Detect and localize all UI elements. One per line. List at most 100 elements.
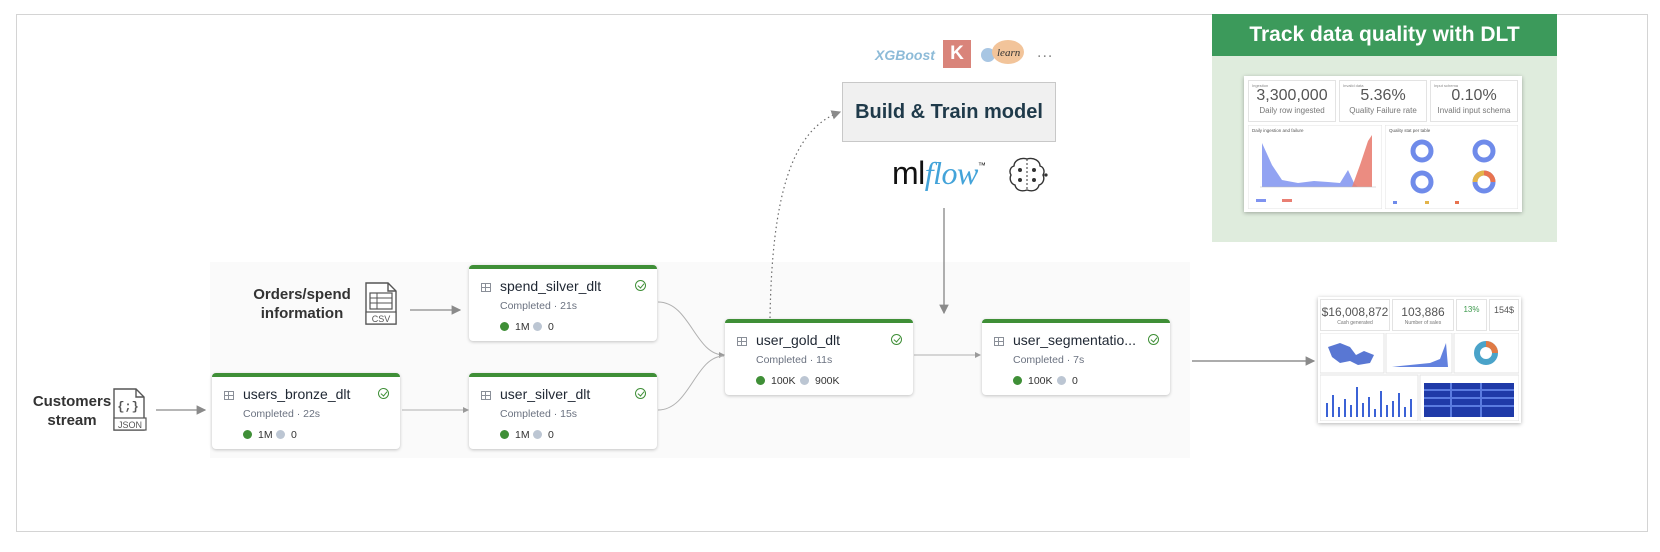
data-quality-panel: Track data quality with DLT Ingestion 3,…	[1212, 14, 1557, 242]
ingestion-failure-chart: Daily ingestion and failure	[1248, 125, 1382, 209]
dropped-metric: 0	[533, 321, 554, 333]
dropped-dot	[800, 376, 809, 385]
json-glyph: {;}	[117, 400, 139, 414]
rows-metric: 100K	[756, 375, 796, 387]
kpi-value: 103,886	[1401, 305, 1445, 319]
rows-metric: 1M	[500, 321, 530, 333]
mlflow-flow: flow	[924, 155, 979, 191]
node-user-segmentation[interactable]: user_segmentatio... Completed · 7s 100K …	[982, 319, 1170, 395]
dropped-value: 0	[1072, 375, 1078, 387]
kpi-failure-rate: Invalid data 5.36% Quality Failure rate	[1339, 80, 1427, 122]
csv-file-icon: CSV	[365, 282, 397, 325]
kpi-rows-ingested: Ingestion 3,300,000 Daily row ingested	[1248, 80, 1336, 122]
node-name: user_segmentatio...	[1013, 332, 1136, 348]
rows-value: 1M	[258, 429, 273, 441]
kpi-value: 5.36%	[1360, 87, 1406, 104]
rows-value: 100K	[1028, 375, 1053, 387]
data-quality-dashboard[interactable]: Ingestion 3,300,000 Daily row ingested I…	[1244, 76, 1522, 212]
kpi-value: 154$	[1493, 305, 1515, 315]
customers-label-line1: Customers	[32, 393, 112, 410]
rows-dot	[500, 322, 509, 331]
dropped-dot	[533, 322, 542, 331]
dropped-value: 900K	[815, 375, 840, 387]
rows-metric: 100K	[1013, 375, 1053, 387]
dropped-dot	[276, 430, 285, 439]
quality-per-table-chart: Quality stat per table	[1385, 125, 1518, 209]
kpi-number-of-sales: 103,886 Number of sales	[1392, 299, 1454, 331]
dropped-value: 0	[548, 321, 554, 333]
rows-metric: 1M	[243, 429, 273, 441]
check-circle-icon	[1148, 334, 1159, 345]
table-icon	[224, 391, 234, 400]
rows-value: 1M	[515, 429, 530, 441]
table-icon	[737, 337, 747, 346]
table-icon	[994, 337, 1004, 346]
node-name: users_bronze_dlt	[243, 386, 351, 402]
node-user-gold[interactable]: user_gold_dlt Completed · 11s 100K 900K	[725, 319, 913, 395]
node-status: Completed · 11s	[756, 354, 833, 366]
csv-file-label: CSV	[372, 314, 391, 324]
node-status: Completed · 7s	[1013, 354, 1085, 366]
mlflow-logo: mlflow™	[892, 155, 986, 192]
dropped-metric: 900K	[800, 375, 840, 387]
kpi-value: 0.10%	[1451, 87, 1497, 104]
kpi-cash-generated: $16,008,872 Cash generated	[1320, 299, 1390, 331]
keras-logo: K	[943, 40, 971, 68]
orders-source-label: Orders/spend information	[250, 285, 354, 323]
orders-label-line1: Orders/spend	[253, 286, 351, 303]
heatmap	[1424, 383, 1514, 417]
mlflow-ml: ml	[892, 155, 925, 191]
customers-label-line2: stream	[47, 412, 97, 429]
check-circle-icon	[635, 280, 646, 291]
customers-source-label: Customers stream	[30, 392, 114, 430]
check-circle-icon	[891, 334, 902, 345]
dropped-metric: 0	[533, 429, 554, 441]
kpi-average: 154$	[1489, 299, 1519, 331]
chart1-title: Daily ingestion and failure	[1252, 128, 1304, 133]
node-users-bronze[interactable]: users_bronze_dlt Completed · 22s 1M 0	[212, 373, 400, 449]
node-status: Completed · 22s	[243, 408, 321, 420]
dropped-value: 0	[291, 429, 297, 441]
edge-gold-to-build-dotted	[769, 110, 842, 319]
kpi-label: Quality Failure rate	[1349, 106, 1417, 115]
dropped-value: 0	[548, 429, 554, 441]
node-user-silver[interactable]: user_silver_dlt Completed · 15s 1M 0	[469, 373, 657, 449]
edge-silver-to-gold	[657, 355, 725, 411]
kpi-label: Daily row ingested	[1259, 106, 1325, 115]
orders-label-line2: information	[260, 305, 344, 322]
node-spend-silver[interactable]: spend_silver_dlt Completed · 21s 1M 0	[469, 265, 657, 341]
node-name: spend_silver_dlt	[500, 278, 602, 294]
rows-value: 100K	[771, 375, 796, 387]
kpi-label: Number of sales	[1404, 320, 1442, 326]
dropped-metric: 0	[1057, 375, 1078, 387]
node-name: user_gold_dlt	[756, 332, 841, 348]
edge-spend-to-gold	[657, 301, 725, 358]
rows-dot	[756, 376, 765, 385]
kpi-value: $16,008,872	[1321, 305, 1389, 319]
kpi-percent: 13%	[1456, 299, 1487, 331]
node-status: Completed · 15s	[500, 408, 578, 420]
kpi-label: Invalid input schema	[1437, 106, 1511, 115]
dashboard-charts	[1320, 333, 1519, 421]
check-circle-icon	[635, 388, 646, 399]
table-icon	[481, 391, 491, 400]
node-name: user_silver_dlt	[500, 386, 591, 402]
kpi-invalid-schema: Input schema 0.10% Invalid input schema	[1430, 80, 1518, 122]
xgboost-logo: XGBoost	[875, 47, 935, 63]
chart2-title: Quality stat per table	[1389, 128, 1431, 133]
build-train-model-box[interactable]: Build & Train model	[842, 82, 1056, 142]
json-file-icon: {;} JSON	[113, 388, 147, 431]
segmentation-dashboard[interactable]: $16,008,872 Cash generated 103,886 Numbe…	[1318, 297, 1521, 423]
table-icon	[481, 283, 491, 292]
dropped-dot	[1057, 376, 1066, 385]
ml-library-logos: XGBoost K learn ...	[872, 40, 1072, 72]
more-libraries: ...	[1037, 44, 1054, 61]
rows-value: 1M	[515, 321, 530, 333]
rows-dot	[500, 430, 509, 439]
kpi-label: Cash generated	[1337, 320, 1373, 326]
rows-metric: 1M	[500, 429, 530, 441]
rows-dot	[1013, 376, 1022, 385]
dropped-metric: 0	[276, 429, 297, 441]
mlflow-tm: ™	[977, 161, 986, 170]
sklearn-logo: learn	[997, 47, 1021, 59]
